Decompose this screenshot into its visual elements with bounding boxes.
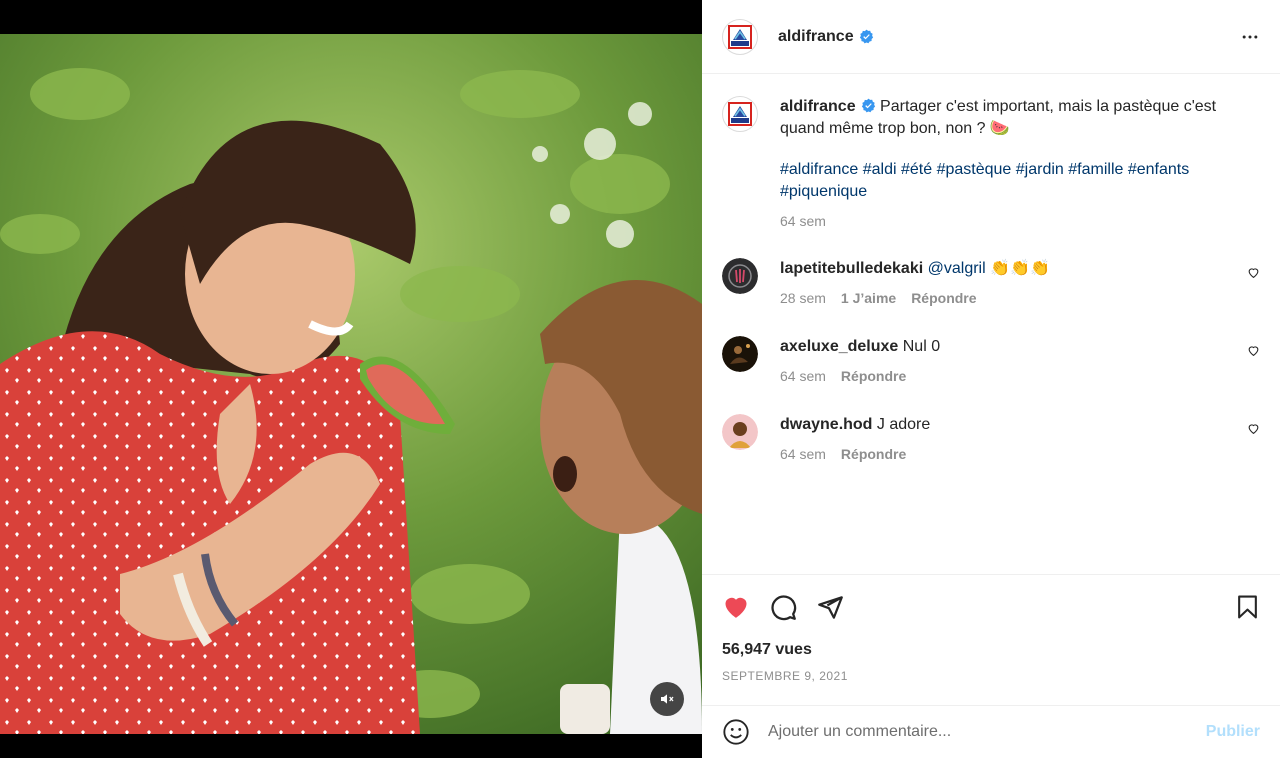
comment-text: 👏👏👏 [990,260,1050,277]
comment-username[interactable]: axeluxe_deluxe [780,338,898,355]
comment-username[interactable]: lapetitebulledekaki [780,260,923,277]
comment-body: dwayne.hod J adore 64 sem Répondre [780,414,1260,465]
comment-timestamp[interactable]: 64 sem [780,365,826,387]
hashtag-link[interactable]: #été [901,161,932,178]
comment-button[interactable] [770,594,797,621]
avatar[interactable] [722,336,758,372]
verified-badge-icon [859,29,873,44]
add-comment-bar: Publier [702,705,1280,758]
heart-filled-icon [725,597,747,618]
hashtag-list: #aldifrance #aldi #été #pastèque #jardin… [780,159,1260,203]
hashtag-link[interactable]: #famille [1068,161,1123,178]
avatar[interactable] [722,18,758,55]
avatar[interactable] [722,96,758,132]
comment-text: J adore [876,416,931,433]
more-horizontal-icon [1242,35,1258,38]
caption-text: aldifrance Partager c'est important, mai… [780,96,1260,140]
video-pane[interactable] [0,0,702,758]
comment-item: axeluxe_deluxe Nul 0 64 sem Répondre [722,336,1260,387]
hashtag-link[interactable]: #aldi [863,161,897,178]
more-options-button[interactable] [1240,27,1260,47]
reply-button[interactable]: Répondre [911,287,976,309]
save-button[interactable] [1235,594,1260,620]
hashtag-link[interactable]: #pastèque [937,161,1012,178]
user-avatar-image [722,414,758,450]
post-header: aldifrance [702,0,1280,74]
comment-username[interactable]: dwayne.hod [780,416,872,433]
publish-button[interactable]: Publier [1206,723,1260,741]
reply-button[interactable]: Répondre [841,365,906,387]
verified-badge-icon [861,98,875,113]
heart-outline-icon [1248,268,1259,279]
post-caption: aldifrance Partager c'est important, mai… [722,96,1260,232]
comment-like-button[interactable] [1247,422,1260,440]
video-still-image [0,34,702,734]
comment-meta: 64 sem Répondre [780,443,1260,465]
comment-item: lapetitebulledekaki @valgril 👏👏👏 28 sem … [722,258,1260,309]
post-side-panel: aldifrance aldifrance Partager c'est imp… [702,0,1280,758]
comment-text: Nul 0 [902,338,941,355]
comment-like-button[interactable] [1247,344,1260,362]
user-avatar-image [722,258,758,294]
like-button[interactable] [722,593,750,621]
hashtag-link[interactable]: #aldifrance [780,161,858,178]
paper-plane-icon [818,595,843,619]
comment-bubble-icon [771,594,797,620]
post-author-username[interactable]: aldifrance [778,28,854,46]
heart-outline-icon [1248,424,1259,435]
views-count[interactable]: 56,947 vues [722,641,1260,659]
aldi-logo-icon [728,102,752,126]
comment-timestamp[interactable]: 64 sem [780,443,826,465]
emoji-smiley-icon [723,719,749,745]
avatar[interactable] [722,414,758,450]
caption-username[interactable]: aldifrance [780,98,856,115]
comments-list: aldifrance Partager c'est important, mai… [702,74,1280,574]
action-bar [722,575,1260,639]
user-avatar-image [722,336,758,372]
share-button[interactable] [817,594,844,621]
heart-outline-icon [1248,346,1259,357]
comment-mention[interactable]: @valgril [928,260,986,277]
comment-item: dwayne.hod J adore 64 sem Répondre [722,414,1260,465]
comment-timestamp[interactable]: 28 sem [780,287,826,309]
hashtag-link[interactable]: #piquenique [780,183,867,200]
comment-meta: 28 sem 1 J’aime Répondre [780,287,1260,309]
caption-timestamp[interactable]: 64 sem [780,210,826,232]
mute-toggle-button[interactable] [650,682,684,716]
avatar[interactable] [722,258,758,294]
caption-meta: 64 sem [780,210,1260,232]
emoji-button[interactable] [722,718,750,746]
comment-meta: 64 sem Répondre [780,365,1260,387]
caption-body: aldifrance Partager c'est important, mai… [780,96,1260,232]
comment-likes-count[interactable]: 1 J’aime [841,287,896,309]
comment-input[interactable] [768,723,1206,741]
hashtag-link[interactable]: #enfants [1128,161,1189,178]
reply-button[interactable]: Répondre [841,443,906,465]
post-date[interactable]: SEPTEMBRE 9, 2021 [722,669,1260,683]
audio-muted-icon [661,694,674,704]
aldi-logo-icon [728,24,752,49]
video-frame[interactable] [0,34,702,734]
bookmark-icon [1238,595,1257,619]
hashtag-link[interactable]: #jardin [1016,161,1064,178]
comment-like-button[interactable] [1247,266,1260,284]
comment-body: axeluxe_deluxe Nul 0 64 sem Répondre [780,336,1260,387]
post-actions: 56,947 vues SEPTEMBRE 9, 2021 [702,574,1280,705]
comment-body: lapetitebulledekaki @valgril 👏👏👏 28 sem … [780,258,1260,309]
